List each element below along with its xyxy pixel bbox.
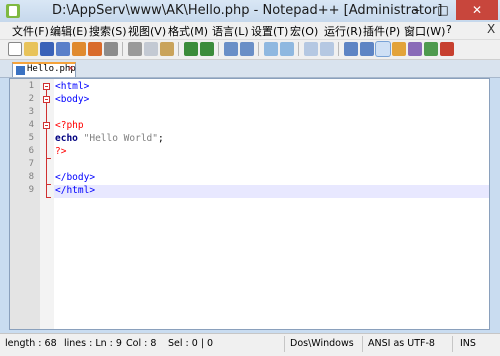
- new-file-icon[interactable]: [8, 42, 22, 56]
- code-line: 1 <html>: [10, 81, 489, 94]
- line-number: 5: [28, 133, 34, 143]
- cut-icon[interactable]: [128, 42, 142, 56]
- close-document-button[interactable]: X: [487, 22, 495, 36]
- code-line: 3: [10, 107, 489, 120]
- line-number: 8: [28, 172, 34, 182]
- title-bar: D:\AppServ\www\AK\Hello.php - Notepad++ …: [0, 0, 500, 23]
- code-line: 8 </body>: [10, 172, 489, 185]
- zoom-out-icon[interactable]: [280, 42, 294, 56]
- status-sel: Sel : 0 | 0: [168, 338, 214, 349]
- code-text: <html>: [55, 81, 90, 92]
- toolbar-separator: [122, 42, 123, 56]
- line-number: 3: [28, 107, 34, 117]
- menu-window[interactable]: 窗口(W): [404, 23, 445, 39]
- code-line: 5 echo "Hello World";: [10, 133, 489, 146]
- zoom-in-icon[interactable]: [264, 42, 278, 56]
- menu-plugins[interactable]: 插件(P): [363, 23, 400, 39]
- status-divider: [452, 336, 453, 352]
- menu-settings[interactable]: 设置(T): [251, 23, 288, 39]
- minimize-button[interactable]: –: [404, 0, 430, 20]
- status-lines: lines : Ln : 9: [64, 338, 122, 349]
- code-line: 4 <?php: [10, 120, 489, 133]
- menu-run[interactable]: 运行(R): [324, 23, 362, 39]
- status-encoding: ANSI as UTF-8: [368, 338, 435, 349]
- line-number: 6: [28, 146, 34, 156]
- menu-format[interactable]: 格式(M): [168, 23, 208, 39]
- code-text: echo "Hello World";: [55, 133, 164, 144]
- saved-file-icon: [16, 66, 25, 75]
- status-length: length : 68: [5, 338, 57, 349]
- tab-close-button[interactable]: ✕: [67, 65, 75, 73]
- find-icon[interactable]: [224, 42, 238, 56]
- status-divider: [362, 336, 363, 352]
- tab-hello-php[interactable]: Hello.php ✕: [12, 62, 76, 77]
- user-define-dialog-icon[interactable]: [392, 42, 406, 56]
- close-window-button[interactable]: ✕: [456, 0, 498, 20]
- close-icon[interactable]: [72, 42, 86, 56]
- status-bar: length : 68 lines : Ln : 9 Col : 8 Sel :…: [0, 333, 500, 356]
- semicolon: ;: [157, 133, 164, 144]
- redo-icon[interactable]: [200, 42, 214, 56]
- open-file-icon[interactable]: [24, 42, 38, 56]
- menu-edit[interactable]: 编辑(E): [50, 23, 88, 39]
- copy-icon[interactable]: [144, 42, 158, 56]
- menu-language[interactable]: 语言(L): [212, 23, 249, 39]
- notepadpp-logo-icon: [6, 4, 20, 18]
- string-literal: "Hello World": [83, 133, 158, 144]
- macro-record-icon[interactable]: [440, 42, 454, 56]
- menu-help[interactable]: ?: [446, 23, 452, 36]
- code-text: <body>: [55, 94, 90, 105]
- line-number: 7: [28, 159, 34, 169]
- code-line: 9 </html>: [10, 185, 489, 198]
- undo-icon[interactable]: [184, 42, 198, 56]
- save-all-icon[interactable]: [56, 42, 70, 56]
- print-icon[interactable]: [104, 42, 118, 56]
- toolbar-separator: [178, 42, 179, 56]
- code-text: </html>: [55, 185, 96, 196]
- indent-guide-icon[interactable]: [376, 42, 390, 56]
- function-list-icon[interactable]: [424, 42, 438, 56]
- menu-file[interactable]: 文件(F): [12, 23, 49, 39]
- close-all-icon[interactable]: [88, 42, 102, 56]
- doc-map-icon[interactable]: [408, 42, 422, 56]
- sync-scroll-h-icon[interactable]: [320, 42, 334, 56]
- php-open-tag: <?php: [55, 120, 84, 131]
- word-wrap-icon[interactable]: [344, 42, 358, 56]
- toolbar-separator: [218, 42, 219, 56]
- maximize-button[interactable]: □: [430, 0, 456, 20]
- line-number: 4: [28, 120, 34, 130]
- save-icon[interactable]: [40, 42, 54, 56]
- code-text: </body>: [55, 172, 96, 183]
- window-title: D:\AppServ\www\AK\Hello.php - Notepad++ …: [52, 3, 443, 18]
- toolbar: [0, 40, 500, 60]
- paste-icon[interactable]: [160, 42, 174, 56]
- tab-bar: Hello.php ✕: [0, 60, 500, 78]
- status-eol: Dos\Windows: [290, 338, 354, 349]
- code-line: 2 <body>: [10, 94, 489, 107]
- show-all-chars-icon[interactable]: [360, 42, 374, 56]
- line-number: 9: [28, 185, 34, 195]
- menu-view[interactable]: 视图(V): [128, 23, 166, 39]
- menu-bar: 文件(F) 编辑(E) 搜索(S) 视图(V) 格式(M) 语言(L) 设置(T…: [0, 22, 500, 40]
- status-insert-mode: INS: [460, 338, 476, 349]
- status-divider: [284, 336, 285, 352]
- sync-scroll-v-icon[interactable]: [304, 42, 318, 56]
- toolbar-separator: [298, 42, 299, 56]
- replace-icon[interactable]: [240, 42, 254, 56]
- php-close-tag: ?>: [55, 146, 67, 157]
- status-col: Col : 8: [126, 338, 157, 349]
- code-line: 6 ?>: [10, 146, 489, 159]
- menu-macro[interactable]: 宏(O): [290, 23, 318, 39]
- line-number: 2: [28, 94, 34, 104]
- code-line: 7: [10, 159, 489, 172]
- keyword-echo: echo: [55, 133, 78, 144]
- toolbar-separator: [258, 42, 259, 56]
- toolbar-separator: [338, 42, 339, 56]
- editor-area[interactable]: 1 <html> 2 <body> 3 4 <?php 5 echo "Hell…: [9, 78, 490, 330]
- menu-search[interactable]: 搜索(S): [89, 23, 127, 39]
- line-number: 1: [28, 81, 34, 91]
